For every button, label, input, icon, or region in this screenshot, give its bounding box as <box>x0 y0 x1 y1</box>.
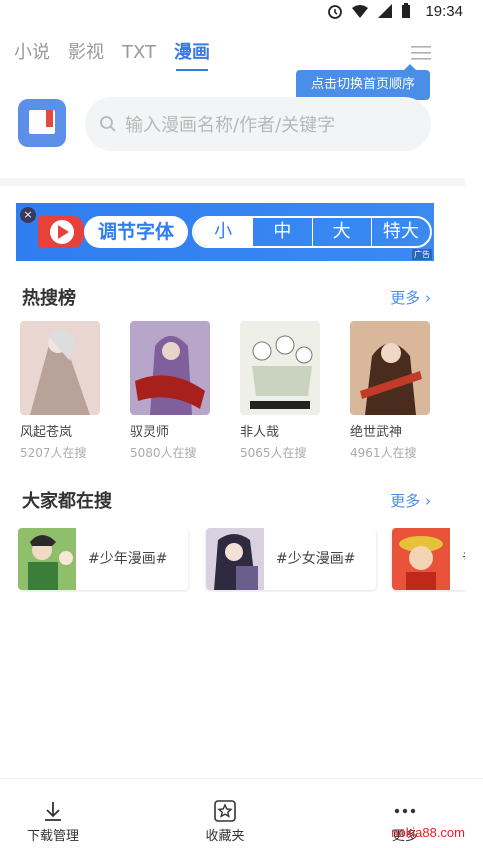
comic-cover[interactable] <box>130 321 210 415</box>
comic-title[interactable]: 风起苍岚 <box>20 421 102 440</box>
tag-cover <box>392 528 450 590</box>
comic-title[interactable]: 非人哉 <box>240 421 322 440</box>
tab-comic[interactable]: 漫画 <box>174 40 210 71</box>
category-tabs: 小说 影视 TXT 漫画 <box>14 40 210 74</box>
search-icon <box>100 116 116 132</box>
comic-title[interactable]: 绝世武神 <box>350 421 432 440</box>
search-input[interactable]: 输入漫画名称/作者/关键字 <box>125 111 335 137</box>
popular-tag-list: #少年漫画# #少女漫画# # <box>18 528 465 592</box>
tag-card[interactable]: #少年漫画# <box>18 528 188 590</box>
comic-cover[interactable] <box>350 321 430 415</box>
font-size-small[interactable]: 小 <box>194 218 253 246</box>
search-count: 5080人在搜 <box>130 446 197 460</box>
tag-card[interactable]: #少女漫画# <box>206 528 376 590</box>
font-size-xlarge[interactable]: 特大 <box>370 218 430 246</box>
font-size-medium[interactable]: 中 <box>252 218 311 246</box>
tag-cover <box>206 528 264 590</box>
nav-label: 收藏夹 <box>205 829 245 844</box>
signal-icon <box>378 4 392 18</box>
section-divider <box>0 178 465 186</box>
sort-order-tooltip[interactable]: 点击切换首页顺序 <box>296 64 430 100</box>
tag-cover <box>18 528 76 590</box>
tab-video[interactable]: 影视 <box>68 40 104 66</box>
tab-novel[interactable]: 小说 <box>14 40 50 66</box>
hot-search-list: 风起苍岚 5207人在搜 驭灵师 5080人在搜 非人哉 5065人在搜 绝世武… <box>20 321 465 461</box>
hot-search-more-link[interactable]: 更多 › <box>390 287 431 308</box>
hot-search-title: 热搜榜 <box>22 288 76 309</box>
watermark: nokia88.com <box>391 825 465 840</box>
hot-item[interactable]: 驭灵师 5080人在搜 <box>130 321 212 461</box>
status-icons <box>327 3 411 19</box>
status-time: 19:34 <box>425 3 463 20</box>
status-bar: 19:34 <box>0 0 483 26</box>
menu-icon[interactable] <box>411 44 431 62</box>
font-size-selector: 小 中 大 特大 <box>192 216 432 248</box>
nav-download-manager[interactable]: 下载管理 <box>18 779 88 848</box>
alarm-icon <box>328 5 342 19</box>
font-size-ad-banner[interactable]: × 调节字体 小 中 大 特大 广告 <box>16 203 434 261</box>
search-count: 4961人在搜 <box>350 446 417 460</box>
star-box-icon <box>214 800 236 822</box>
bookmark-icon <box>46 110 53 127</box>
comic-cover[interactable] <box>20 321 100 415</box>
ad-tag: 广告 <box>412 249 432 260</box>
wifi-icon <box>352 5 368 18</box>
hot-item[interactable]: 风起苍岚 5207人在搜 <box>20 321 102 461</box>
tab-txt[interactable]: TXT <box>122 40 156 66</box>
search-count: 5065人在搜 <box>240 446 307 460</box>
bottom-navigation: 下载管理 收藏夹 更多 nokia88.com <box>0 778 483 848</box>
ad-play-logo-icon <box>38 215 84 249</box>
ad-title: 调节字体 <box>84 216 188 248</box>
nav-favorites[interactable]: 收藏夹 <box>190 779 260 848</box>
tag-label: # <box>462 548 465 564</box>
download-icon <box>45 802 61 821</box>
popular-search-more-link[interactable]: 更多 › <box>390 490 431 511</box>
tag-label: #少年漫画# <box>88 551 168 567</box>
hot-item[interactable]: 非人哉 5065人在搜 <box>240 321 322 461</box>
search-bar[interactable]: 输入漫画名称/作者/关键字 <box>85 97 431 151</box>
comic-title[interactable]: 驭灵师 <box>130 421 212 440</box>
popular-search-title: 大家都在搜 <box>22 491 112 512</box>
app-logo <box>18 99 66 147</box>
hot-item[interactable]: 绝世武神 4961人在搜 <box>350 321 432 461</box>
tag-card[interactable]: # <box>392 528 465 590</box>
comic-cover[interactable] <box>240 321 320 415</box>
search-count: 5207人在搜 <box>20 446 87 460</box>
more-dots-icon <box>394 808 416 814</box>
battery-icon <box>402 3 410 18</box>
nav-label: 下载管理 <box>26 829 79 844</box>
font-size-large[interactable]: 大 <box>311 218 371 246</box>
tag-label: #少女漫画# <box>276 551 356 567</box>
